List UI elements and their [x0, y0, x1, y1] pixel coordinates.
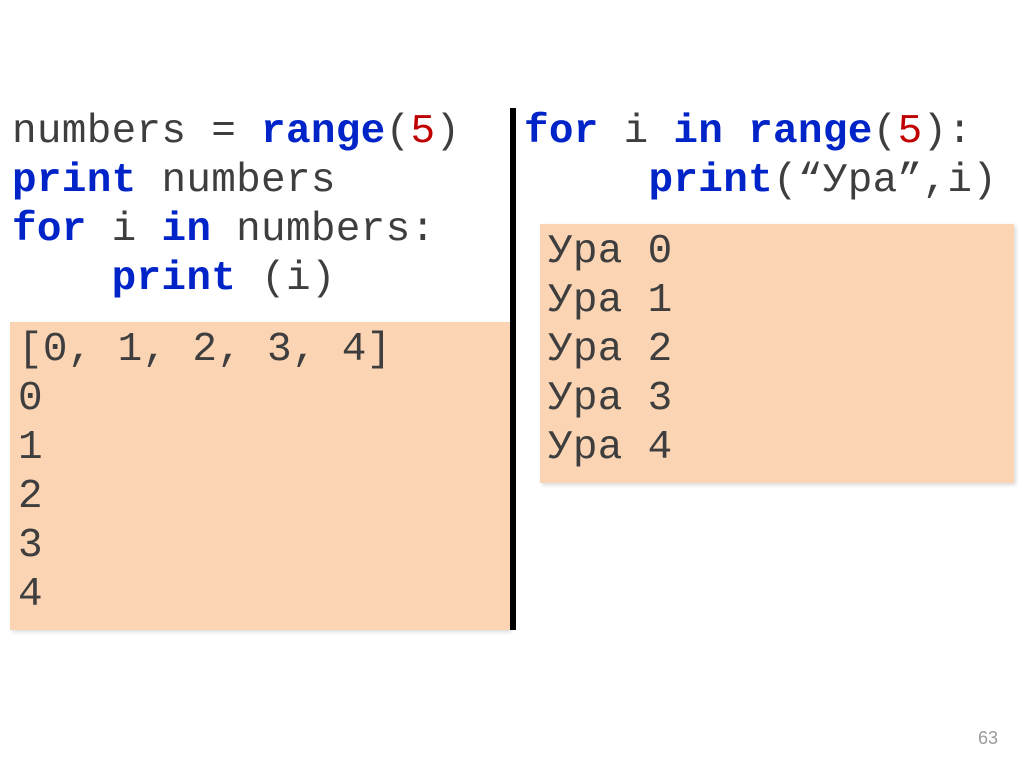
code-text: (: [873, 109, 898, 155]
literal-5: 5: [898, 109, 923, 155]
keyword-range: range: [748, 109, 873, 155]
code-text: i: [624, 109, 674, 155]
keyword-range: range: [261, 109, 386, 155]
left-code-block: numbers = range(5) print numbers for i i…: [10, 108, 510, 304]
keyword-print: print: [12, 158, 161, 204]
code-text: i: [112, 207, 162, 253]
left-output-block: [0, 1, 2, 3, 4] 0 1 2 3 4: [10, 322, 510, 630]
code-text: numbers =: [12, 109, 261, 155]
keyword-print: print: [112, 256, 261, 302]
code-text: [524, 158, 649, 204]
columns: numbers = range(5) print numbers for i i…: [0, 108, 1024, 630]
keyword-in: in: [161, 207, 236, 253]
keyword-print: print: [649, 158, 774, 204]
code-text: ): [435, 109, 460, 155]
slide: numbers = range(5) print numbers for i i…: [0, 0, 1024, 767]
right-output-block: Ура 0 Ура 1 Ура 2 Ура 3 Ура 4: [540, 224, 1014, 483]
code-text: numbers: [161, 158, 335, 204]
keyword-in: in: [673, 109, 748, 155]
page-number: 63: [978, 728, 998, 749]
code-text: (: [386, 109, 411, 155]
code-text: (“Ура”,i): [773, 158, 997, 204]
code-text: (i): [261, 256, 336, 302]
code-text: ):: [922, 109, 972, 155]
right-column: for i in range(5): print(“Ура”,i) Ура 0 …: [516, 108, 1014, 630]
code-text: [12, 256, 112, 302]
code-text: numbers:: [236, 207, 435, 253]
left-column: numbers = range(5) print numbers for i i…: [10, 108, 510, 630]
keyword-for: for: [12, 207, 112, 253]
right-code-block: for i in range(5): print(“Ура”,i): [522, 108, 1014, 206]
keyword-for: for: [524, 109, 624, 155]
literal-5: 5: [410, 109, 435, 155]
